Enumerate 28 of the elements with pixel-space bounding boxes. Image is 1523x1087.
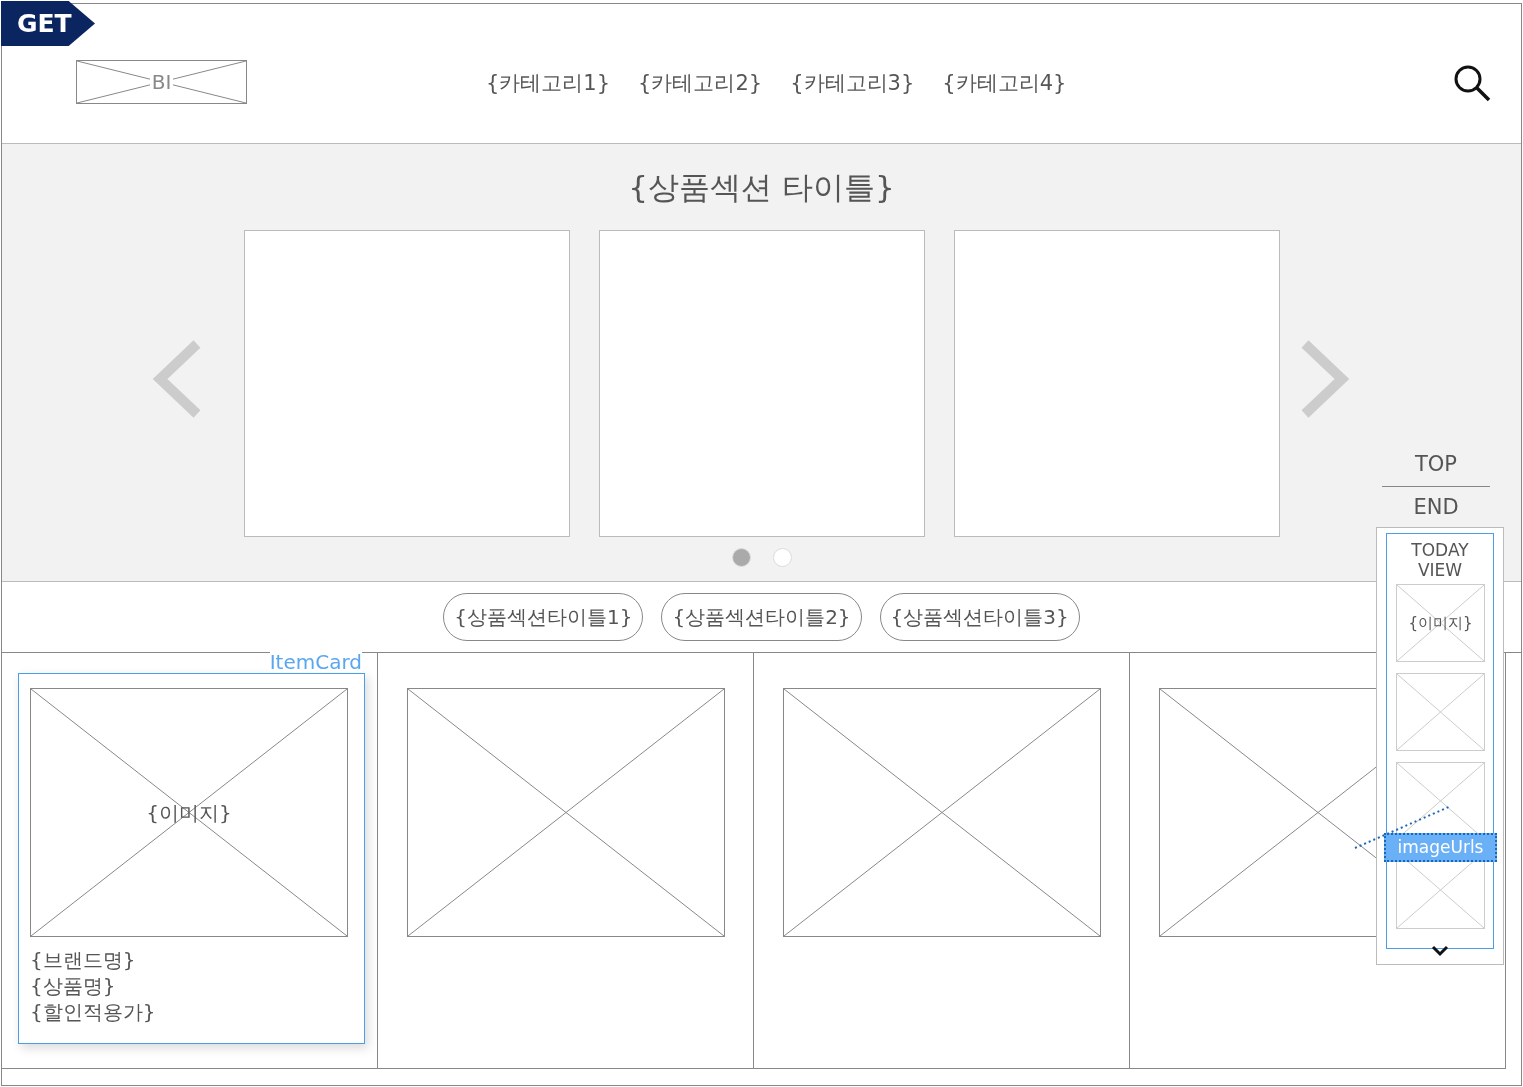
annotation-tooltip: imageUrls [1384,833,1497,862]
section-tab[interactable]: {상품섹션타이틀3} [879,593,1080,641]
logo-placeholder[interactable]: BI [76,60,247,104]
carousel-dot[interactable] [772,548,792,567]
image-label: {이미지} [1408,612,1473,634]
thumbnail-placeholder[interactable] [1396,673,1485,751]
nav-link[interactable]: {카테고리3} [786,68,919,100]
sale-price: {할인적용가} [30,999,157,1025]
section-tab[interactable]: {상품섹션타이틀1} [443,593,644,641]
chevron-left-icon[interactable] [152,340,202,418]
brand-name: {브랜드명} [30,947,137,973]
section-tab[interactable]: {상품섹션타이틀2} [661,593,862,641]
nav-link[interactable]: {카테고리2} [634,68,767,100]
brand-badge: GET [1,1,95,46]
panel-title: TODAY VIEW [1410,540,1470,580]
top-link[interactable]: TOP [1382,448,1490,484]
nav-link[interactable]: {카테고리4} [938,68,1071,100]
section-title: {상품섹션 타이틀} [627,168,896,207]
nav-link[interactable]: {카테고리1} [482,68,615,100]
carousel-dot[interactable] [731,548,751,567]
product-name: {상품명} [30,973,117,999]
annotation-label: ItemCard [269,652,362,672]
search-icon[interactable] [1453,64,1491,102]
end-link[interactable]: END [1382,491,1490,527]
chevron-down-icon[interactable] [1431,945,1449,957]
image-label: {이미지} [146,799,232,827]
chevron-right-icon[interactable] [1300,340,1350,418]
thumbnail-placeholder[interactable]: {이미지} [1396,584,1485,662]
